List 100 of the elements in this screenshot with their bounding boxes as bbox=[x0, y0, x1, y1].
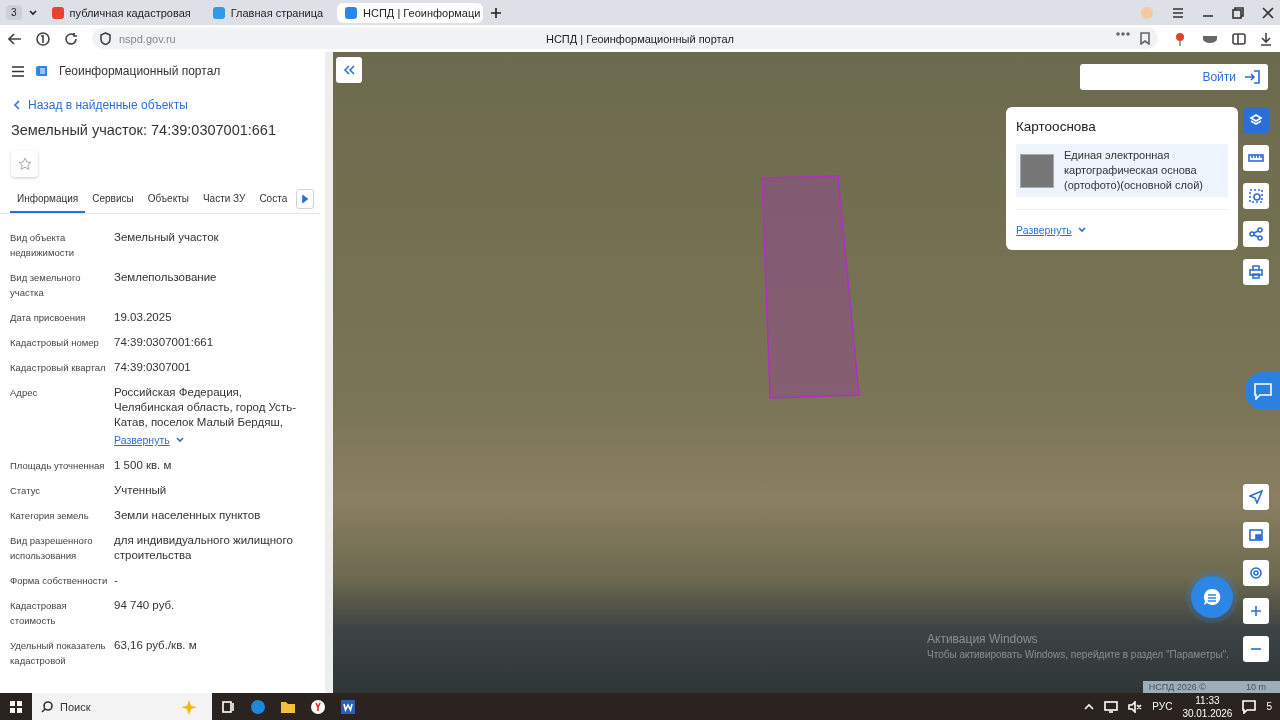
chat-icon bbox=[1252, 382, 1273, 400]
navigate-button[interactable] bbox=[1243, 484, 1269, 510]
close-icon[interactable] bbox=[1262, 6, 1274, 19]
language-indicator[interactable]: РУС bbox=[1152, 701, 1173, 712]
object-heading: Земельный участок: 74:39:0307001:661 bbox=[11, 122, 277, 138]
network-icon[interactable] bbox=[1104, 700, 1119, 713]
basemap-layer[interactable]: Единая электронная картографическая основа (ортофото)(основной слой) bbox=[1016, 144, 1228, 197]
field-value: 74:39:0307001 bbox=[114, 360, 192, 375]
expand-link[interactable]: Развернуть bbox=[1016, 224, 1086, 236]
caret-right-icon bbox=[302, 195, 309, 203]
plus-icon bbox=[1250, 605, 1262, 617]
field-label: Площадь уточненная bbox=[10, 459, 106, 473]
activation-notice: Активация Windows bbox=[927, 632, 1039, 647]
field-label: Кадастровый квартал bbox=[10, 361, 107, 375]
picture-in-picture-icon bbox=[1249, 529, 1263, 541]
field-value: 19.03.2025 bbox=[114, 310, 173, 325]
field-label: Кадастровый номер bbox=[10, 336, 100, 350]
share-button[interactable] bbox=[1243, 221, 1269, 247]
info-tab[interactable]: Объекты bbox=[140, 187, 196, 213]
area-select-button[interactable] bbox=[1243, 183, 1269, 209]
tab-counter[interactable]: 3 bbox=[6, 5, 22, 20]
field-label: Кадастровая стоимость bbox=[10, 599, 68, 628]
reload-icon[interactable] bbox=[64, 31, 78, 46]
field-value: для индивидуального жилищного строительства bbox=[114, 533, 294, 563]
notification-count: 5 bbox=[1266, 701, 1272, 712]
browser-tab[interactable]: НСПД | Геоинформаци bbox=[337, 2, 484, 23]
field-value: 74:39:0307001:661 bbox=[114, 335, 215, 350]
chevron-down-icon bbox=[175, 437, 184, 443]
star-icon bbox=[17, 156, 32, 171]
copyright: НСПД 2026 © bbox=[1148, 682, 1206, 692]
field-value: Землепользование bbox=[114, 270, 218, 285]
page-title: НСПД | Геоинформационный портал bbox=[545, 32, 735, 45]
locate-button[interactable] bbox=[1243, 560, 1269, 586]
basemap-title: Картооснова bbox=[1016, 119, 1097, 134]
more-icon[interactable] bbox=[1116, 32, 1130, 36]
collapse-panel-button[interactable] bbox=[336, 57, 362, 83]
windows-logo-icon[interactable] bbox=[9, 699, 23, 714]
ruler-icon bbox=[1248, 153, 1264, 163]
muted-speaker-icon[interactable] bbox=[1128, 700, 1143, 713]
zoom-out-button[interactable] bbox=[1243, 636, 1269, 662]
chevron-left-icon bbox=[13, 100, 20, 110]
field-value: Земли населенных пунктов bbox=[114, 508, 262, 523]
yandex-browser-icon[interactable] bbox=[310, 698, 326, 715]
info-tab[interactable]: Информация bbox=[10, 187, 86, 213]
task-view-icon[interactable] bbox=[222, 699, 236, 714]
field-label: Форма собственности bbox=[10, 574, 109, 588]
layers-button[interactable] bbox=[1243, 107, 1269, 133]
browser-logo-icon[interactable] bbox=[36, 31, 50, 46]
back-link[interactable]: Назад в найденные объекты bbox=[0, 90, 199, 112]
sidebar-panel-icon[interactable] bbox=[1232, 31, 1246, 46]
word-app-icon[interactable] bbox=[340, 698, 356, 715]
field-label: Дата присвоения bbox=[10, 311, 87, 325]
zoom-in-button[interactable] bbox=[1243, 598, 1269, 624]
share-icon bbox=[1249, 227, 1263, 241]
field-label: Удельный показатель кадастровой bbox=[10, 639, 107, 668]
restore-icon[interactable] bbox=[1232, 6, 1244, 19]
tabs-next-button[interactable] bbox=[296, 189, 315, 209]
edge-browser-icon[interactable] bbox=[250, 698, 266, 715]
chevron-up-icon[interactable] bbox=[1084, 702, 1095, 711]
print-button[interactable] bbox=[1243, 259, 1269, 285]
minimap-button[interactable] bbox=[1243, 522, 1269, 548]
notifications-icon[interactable] bbox=[1242, 699, 1257, 714]
field-value: Российская Федерация, Челябинская область, город Усть-Катав, поселок Малый Бердяш, bbox=[114, 385, 297, 430]
chevron-down-icon[interactable] bbox=[27, 7, 38, 18]
activation-notice: Чтобы активировать Windows, перейдите в раздел "Параметры". bbox=[927, 648, 1230, 662]
field-label: Адрес bbox=[10, 386, 39, 400]
layers-icon bbox=[1249, 113, 1263, 127]
info-tab[interactable]: Части ЗУ bbox=[195, 187, 253, 213]
menu-icon[interactable] bbox=[11, 65, 25, 77]
expand-link[interactable]: Развернуть bbox=[114, 434, 184, 446]
location-icon bbox=[1249, 566, 1263, 580]
login-button[interactable]: Войти bbox=[1080, 64, 1268, 90]
ruler-button[interactable] bbox=[1243, 145, 1269, 171]
field-label: Вид земельного участка bbox=[10, 271, 82, 300]
download-icon[interactable] bbox=[1260, 31, 1272, 46]
back-arrow-icon[interactable] bbox=[8, 32, 22, 45]
chevron-down-icon bbox=[1077, 227, 1086, 233]
clock-date[interactable]: 30.01.2026 bbox=[1182, 706, 1233, 720]
clock-time[interactable]: 11:33 bbox=[1182, 693, 1233, 707]
portal-logo-icon bbox=[35, 64, 49, 78]
area-search-icon bbox=[1249, 189, 1263, 203]
field-value: 1 500 кв. м bbox=[114, 458, 173, 473]
browser-tab[interactable]: Главная страница bbox=[204, 2, 332, 23]
search-field[interactable]: Поиск bbox=[32, 693, 212, 720]
field-value: 94 740 руб. bbox=[114, 598, 176, 613]
bookmark-icon[interactable] bbox=[1140, 32, 1150, 45]
folder-icon[interactable] bbox=[280, 699, 296, 714]
field-label: Статус bbox=[10, 484, 42, 498]
shield-icon bbox=[100, 32, 111, 45]
plus-icon[interactable] bbox=[489, 5, 504, 20]
field-value: - bbox=[114, 573, 119, 588]
info-tab[interactable]: Сервисы bbox=[85, 187, 141, 213]
help-tab-button[interactable] bbox=[1245, 372, 1280, 410]
extension-icon[interactable] bbox=[1202, 33, 1218, 44]
portal-title: Геоинформационный портал bbox=[59, 64, 221, 78]
navigation-arrow-icon bbox=[1249, 490, 1263, 504]
info-tab[interactable]: Соста bbox=[252, 187, 295, 213]
browser-tab[interactable]: публичная кадастровая bbox=[43, 2, 199, 23]
login-icon bbox=[1244, 70, 1260, 84]
field-label: Категория земель bbox=[10, 509, 90, 523]
